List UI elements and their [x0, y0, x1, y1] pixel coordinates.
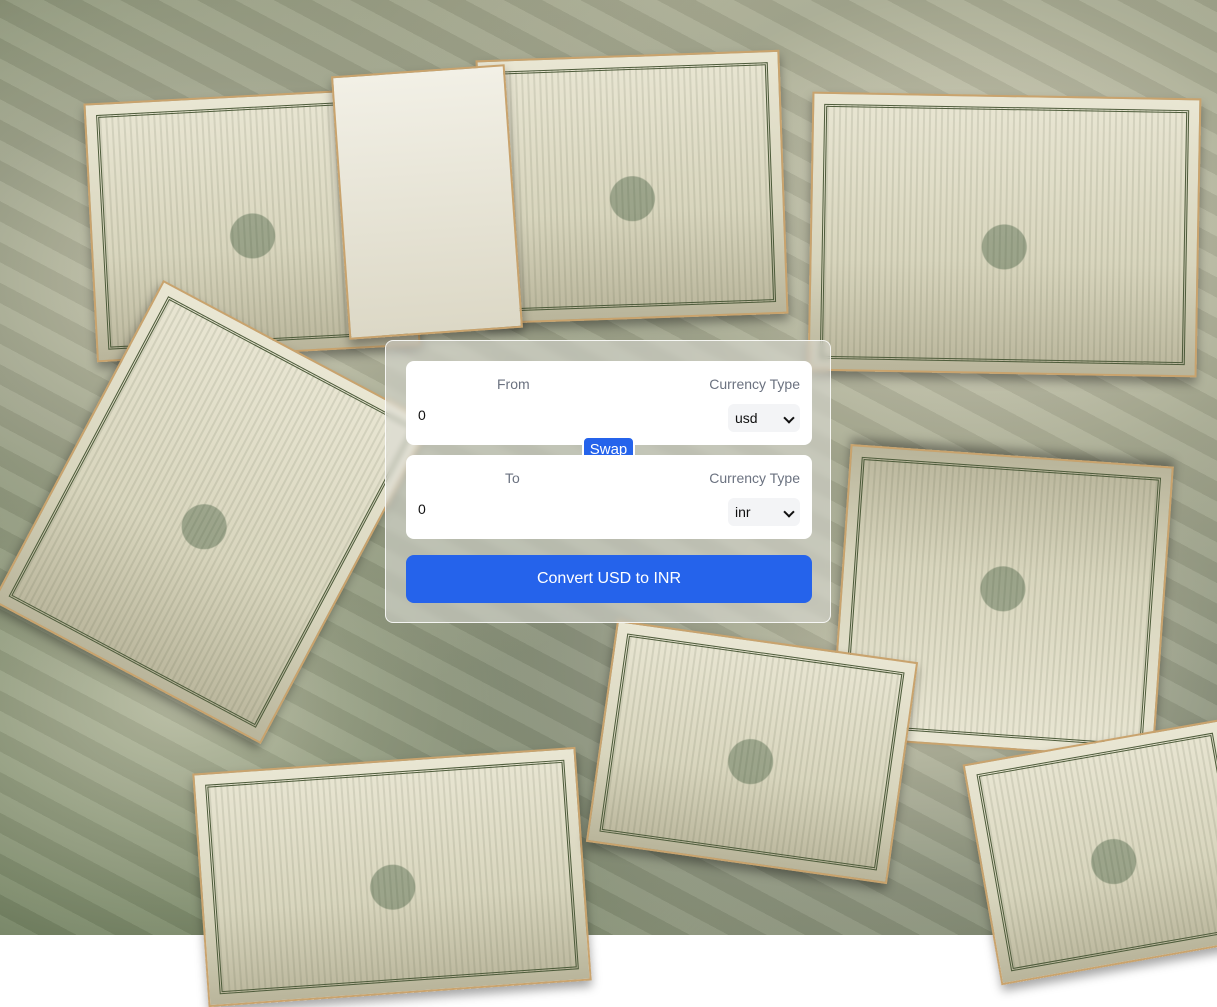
to-label: To — [505, 470, 520, 486]
from-currency-type-label: Currency Type — [709, 376, 800, 392]
from-currency-value: usd — [735, 410, 758, 426]
convert-button[interactable]: Convert USD to INR — [406, 555, 812, 603]
from-section: From Currency Type usd — [406, 361, 812, 445]
banknote-image — [192, 746, 592, 1007]
to-section: To Currency Type inr — [406, 455, 812, 539]
converter-card: From Currency Type usd Swap To Currency … — [385, 340, 831, 623]
to-currency-select[interactable]: inr — [728, 498, 800, 526]
banknote-image — [807, 91, 1202, 378]
chevron-down-icon — [783, 506, 795, 518]
to-amount-input[interactable] — [418, 501, 618, 517]
to-currency-type-label: Currency Type — [709, 470, 800, 486]
from-amount-input[interactable] — [418, 407, 618, 423]
chevron-down-icon — [783, 412, 795, 424]
from-label: From — [497, 376, 530, 392]
to-currency-value: inr — [735, 504, 751, 520]
banknote-image — [475, 49, 789, 325]
banknote-image — [0, 279, 432, 745]
banknote-image — [962, 718, 1217, 986]
banknote-band-image — [331, 64, 523, 340]
banknote-image — [585, 619, 919, 885]
from-currency-select[interactable]: usd — [728, 404, 800, 432]
